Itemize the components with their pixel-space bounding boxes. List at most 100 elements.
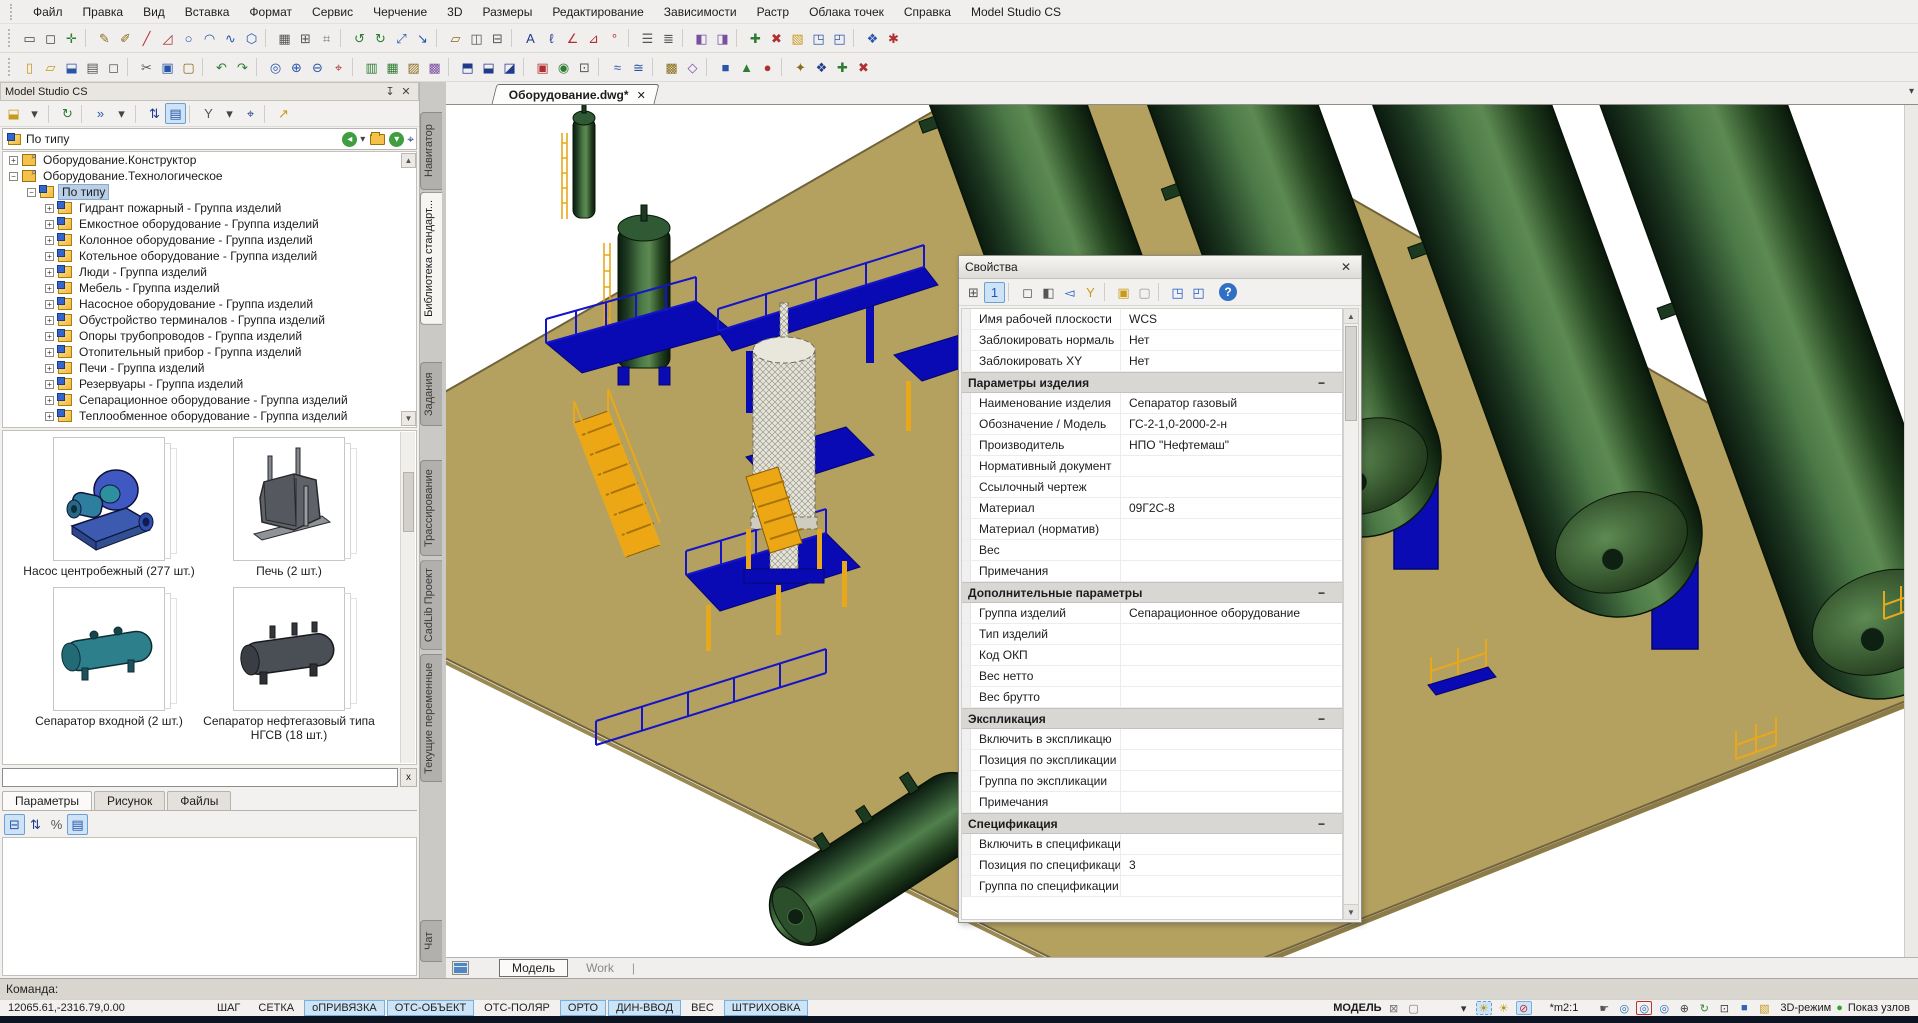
property-row[interactable]: Примечания bbox=[962, 561, 1342, 582]
property-value[interactable] bbox=[1121, 834, 1342, 854]
menu-item[interactable]: Вставка bbox=[175, 3, 240, 21]
toolbar-icon[interactable]: ◉ bbox=[553, 57, 574, 78]
navigation-icon[interactable]: ▧ bbox=[1756, 1001, 1772, 1015]
property-row[interactable]: Включить в экспликацю bbox=[962, 729, 1342, 750]
expand-toggle-icon[interactable]: + bbox=[45, 364, 54, 373]
collapse-section-icon[interactable]: − bbox=[1318, 376, 1342, 390]
lighting-icon[interactable]: ☀ bbox=[1496, 1001, 1512, 1015]
property-value[interactable]: ГС-2-1,0-2000-2-н bbox=[1121, 414, 1342, 434]
expand-toggle-icon[interactable]: + bbox=[45, 332, 54, 341]
property-value[interactable] bbox=[1121, 561, 1342, 581]
collapse-section-icon[interactable]: − bbox=[1318, 817, 1342, 831]
library-toolbar-icon[interactable]: ↗ bbox=[273, 103, 294, 124]
toolbar-icon[interactable]: ≈ bbox=[607, 57, 628, 78]
properties-grid[interactable]: Имя рабочей плоскостиWCSЗаблокировать но… bbox=[961, 308, 1343, 920]
menu-item[interactable]: Формат bbox=[239, 3, 302, 21]
toolbar-icon[interactable]: ○ bbox=[178, 28, 199, 49]
pin-icon[interactable]: ↧ bbox=[382, 85, 398, 98]
command-line[interactable]: Команда: bbox=[0, 978, 1918, 999]
thumbnail-separator-inlet[interactable]: Сепаратор входной (2 шт.) bbox=[19, 587, 199, 743]
property-value[interactable]: WCS bbox=[1121, 309, 1342, 329]
tree-row[interactable]: +Опоры трубопроводов - Группа изделий bbox=[3, 328, 416, 344]
navigation-icon[interactable]: ◎ bbox=[1636, 1001, 1652, 1015]
thumbnail-separator-ngsv[interactable]: Сепаратор нефтегазовый типа НГСВ (18 шт.… bbox=[199, 587, 379, 743]
toolbar-icon[interactable]: ▱ bbox=[445, 28, 466, 49]
property-value[interactable] bbox=[1121, 477, 1342, 497]
toolbar-icon[interactable]: ✎ bbox=[94, 28, 115, 49]
expand-toggle-icon[interactable]: + bbox=[45, 220, 54, 229]
toolbar-icon[interactable]: ▢ bbox=[178, 57, 199, 78]
toolbar-icon[interactable]: ⤢ bbox=[391, 28, 412, 49]
properties-toolbar-icon[interactable]: ◧ bbox=[1038, 282, 1059, 303]
navigation-icon[interactable]: ◎ bbox=[1656, 1001, 1672, 1015]
property-row[interactable]: Группа по спецификации bbox=[962, 876, 1342, 897]
property-row[interactable]: Позиция по спецификации3 bbox=[962, 855, 1342, 876]
properties-toolbar-icon[interactable]: ▢ bbox=[1134, 282, 1155, 303]
search-icon[interactable]: ⌖ bbox=[405, 132, 416, 147]
toolbar-icon[interactable]: ↻ bbox=[370, 28, 391, 49]
toolbar-icon[interactable]: ⌖ bbox=[328, 57, 349, 78]
parameters-toolbar-icon[interactable]: % bbox=[46, 814, 67, 835]
parameters-toolbar-icon[interactable]: ▤ bbox=[67, 814, 88, 835]
property-section-header[interactable]: Параметры изделия− bbox=[962, 372, 1342, 393]
property-value[interactable] bbox=[1121, 456, 1342, 476]
toolbar-icon[interactable]: ⬓ bbox=[61, 57, 82, 78]
lighting-icon[interactable]: ⊘ bbox=[1516, 1001, 1532, 1015]
side-tab[interactable]: Текущие переменные bbox=[420, 654, 442, 782]
toolbar-icon[interactable]: ▩ bbox=[424, 57, 445, 78]
navigation-icon[interactable]: ⊡ bbox=[1716, 1001, 1732, 1015]
toolbar-icon[interactable]: ⬡ bbox=[241, 28, 262, 49]
toolbar-icon[interactable]: ✐ bbox=[115, 28, 136, 49]
tree-row[interactable]: +Резервуары - Группа изделий bbox=[3, 376, 416, 392]
expand-toggle-icon[interactable]: + bbox=[45, 236, 54, 245]
status-toggle[interactable]: ШАГ bbox=[209, 1000, 248, 1016]
dock-tab-параметры[interactable]: Параметры bbox=[2, 791, 92, 810]
toolbar-icon[interactable]: ◨ bbox=[712, 28, 733, 49]
menu-item[interactable]: Зависимости bbox=[654, 3, 747, 21]
property-value[interactable] bbox=[1121, 771, 1342, 791]
lighting-icon[interactable]: ▾ bbox=[1456, 1001, 1472, 1015]
toolbar-icon[interactable]: ❖ bbox=[862, 28, 883, 49]
tree-row[interactable]: +Котельное оборудование - Группа изделий bbox=[3, 248, 416, 264]
toolbar-icon[interactable]: ↘ bbox=[412, 28, 433, 49]
toolbar-icon[interactable]: ☰ bbox=[637, 28, 658, 49]
menu-item[interactable]: Сервис bbox=[302, 3, 363, 21]
toolbar-icon[interactable]: ▣ bbox=[532, 57, 553, 78]
property-value[interactable] bbox=[1121, 729, 1342, 749]
toolbar-icon[interactable]: ◻ bbox=[40, 28, 61, 49]
tree-scroll-up[interactable]: ▲ bbox=[401, 153, 416, 168]
library-toolbar-icon[interactable]: ▾ bbox=[111, 103, 132, 124]
menu-item[interactable]: Редактирование bbox=[542, 3, 653, 21]
menu-item[interactable]: Растр bbox=[747, 3, 799, 21]
property-row[interactable]: Материал09Г2С-8 bbox=[962, 498, 1342, 519]
library-toolbar-icon[interactable]: ⌖ bbox=[240, 103, 261, 124]
toolbar-icon[interactable]: ° bbox=[604, 28, 625, 49]
column-small[interactable] bbox=[562, 105, 595, 219]
thumbnail-image[interactable] bbox=[233, 437, 345, 561]
status-toggle[interactable]: ВЕС bbox=[683, 1000, 722, 1016]
expand-toggle-icon[interactable]: + bbox=[45, 204, 54, 213]
document-tab[interactable]: Оборудование.dwg* ✕ bbox=[492, 84, 660, 104]
properties-toolbar-icon[interactable]: ◰ bbox=[1188, 282, 1209, 303]
property-row[interactable]: Примечания bbox=[962, 792, 1342, 813]
toolbar-icon[interactable]: ▥ bbox=[361, 57, 382, 78]
menu-item[interactable]: Размеры bbox=[472, 3, 542, 21]
property-value[interactable] bbox=[1121, 645, 1342, 665]
dock-tab-рисунок[interactable]: Рисунок bbox=[94, 791, 165, 810]
toolbar-icon[interactable]: ✦ bbox=[790, 57, 811, 78]
properties-toolbar-icon[interactable]: ◻ bbox=[1017, 282, 1038, 303]
layers-icon[interactable] bbox=[452, 961, 469, 975]
close-tab-icon[interactable]: ✕ bbox=[637, 89, 646, 102]
property-value[interactable] bbox=[1121, 792, 1342, 812]
property-value[interactable] bbox=[1121, 540, 1342, 560]
toolbar-icon[interactable]: ↷ bbox=[232, 57, 253, 78]
property-row[interactable]: Обозначение / МодельГС-2-1,0-2000-2-н bbox=[962, 414, 1342, 435]
toolbar-icon[interactable]: ⊿ bbox=[583, 28, 604, 49]
menu-item[interactable]: Вид bbox=[133, 3, 175, 21]
properties-toolbar-icon[interactable]: 1 bbox=[984, 282, 1005, 303]
expand-toggle-icon[interactable]: + bbox=[45, 300, 54, 309]
toolbar-icon[interactable]: ↶ bbox=[211, 57, 232, 78]
tree-row[interactable]: +Гидрант пожарный - Группа изделий bbox=[3, 200, 416, 216]
expand-toggle-icon[interactable]: + bbox=[45, 396, 54, 405]
library-toolbar-icon[interactable]: ↻ bbox=[57, 103, 78, 124]
